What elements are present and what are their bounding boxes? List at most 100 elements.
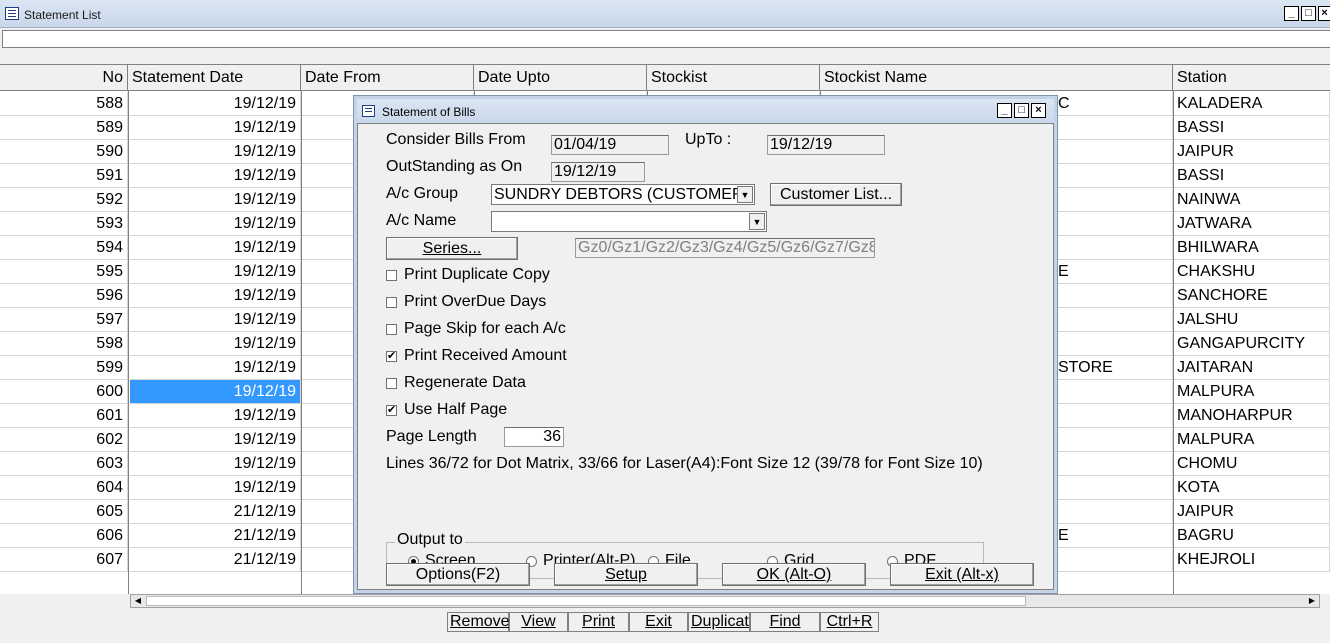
cell-station[interactable]: CHOMU (1173, 452, 1330, 476)
cell-no[interactable]: 598 (0, 332, 128, 356)
cell-station[interactable]: KALADERA (1173, 92, 1330, 116)
cell-no[interactable]: 604 (0, 476, 128, 500)
setup-button[interactable]: Setup (554, 563, 698, 586)
cell-station[interactable]: JAITARAN (1173, 356, 1330, 380)
cell-statement-date[interactable]: 19/12/19 (130, 140, 301, 164)
cell-station[interactable]: BASSI (1173, 164, 1330, 188)
cell-no[interactable]: 593 (0, 212, 128, 236)
close-icon[interactable]: × (1318, 6, 1330, 21)
header-date-upto[interactable]: Date Upto (474, 65, 647, 91)
header-date-from[interactable]: Date From (301, 65, 474, 91)
cell-station[interactable]: NAINWA (1173, 188, 1330, 212)
print-button[interactable]: Print (568, 612, 629, 632)
remove-button[interactable]: Remove (447, 612, 510, 632)
filter-input[interactable] (2, 30, 1330, 48)
duplicate-button[interactable]: Duplicate (688, 612, 750, 632)
cell-station[interactable]: GANGAPURCITY (1173, 332, 1330, 356)
cell-station[interactable]: JALSHU (1173, 308, 1330, 332)
cell-no[interactable]: 589 (0, 116, 128, 140)
cell-statement-date[interactable]: 19/12/19 (130, 404, 301, 428)
cell-statement-date[interactable]: 19/12/19 (130, 308, 301, 332)
cell-no[interactable]: 599 (0, 356, 128, 380)
maximize-icon[interactable]: □ (1301, 6, 1316, 21)
checkbox[interactable]: ✔ (386, 351, 397, 362)
header-station[interactable]: Station (1173, 65, 1330, 91)
dialog-maximize-icon[interactable]: □ (1014, 103, 1029, 118)
checkbox[interactable]: ✔ (386, 405, 397, 416)
checkbox-label[interactable]: Use Half Page (404, 400, 507, 420)
cell-station[interactable]: BAGRU (1173, 524, 1330, 548)
cell-statement-date[interactable]: 19/12/19 (130, 284, 301, 308)
scroll-thumb[interactable] (146, 596, 1026, 606)
series-field[interactable]: Gz0/Gz1/Gz2/Gz3/Gz4/Gz5/Gz6/Gz7/Gz8/G (575, 238, 875, 258)
checkbox-label[interactable]: Page Skip for each A/c (404, 319, 566, 339)
cell-no[interactable]: 594 (0, 236, 128, 260)
chevron-down-icon[interactable]: ▼ (749, 213, 765, 230)
app-menu-icon[interactable] (5, 7, 19, 20)
minimize-icon[interactable]: _ (1284, 6, 1299, 21)
dialog-menu-icon[interactable] (362, 105, 375, 117)
header-no[interactable]: No (0, 65, 128, 91)
exit-button[interactable]: Exit (629, 612, 688, 632)
cell-statement-date[interactable]: 19/12/19 (130, 380, 301, 404)
cell-statement-date[interactable]: 19/12/19 (130, 188, 301, 212)
chevron-down-icon[interactable]: ▼ (737, 186, 753, 203)
exit-dialog-button[interactable]: Exit (Alt-x) (890, 563, 1034, 586)
outstanding-field[interactable]: 19/12/19 (551, 162, 645, 182)
cell-no[interactable]: 606 (0, 524, 128, 548)
cell-no[interactable]: 588 (0, 92, 128, 116)
cell-station[interactable]: KHEJROLI (1173, 548, 1330, 572)
series-button[interactable]: Series... (386, 237, 518, 260)
page-length-field[interactable]: 36 (504, 427, 564, 447)
cell-no[interactable]: 592 (0, 188, 128, 212)
cell-station[interactable]: CHAKSHU (1173, 260, 1330, 284)
dialog-close-icon[interactable]: × (1031, 103, 1046, 118)
cell-statement-date[interactable]: 19/12/19 (130, 332, 301, 356)
header-stockist-name[interactable]: Stockist Name (820, 65, 1173, 91)
header-stockist[interactable]: Stockist (647, 65, 820, 91)
cell-station[interactable]: JATWARA (1173, 212, 1330, 236)
view-button[interactable]: View (509, 612, 568, 632)
cell-station[interactable]: MALPURA (1173, 428, 1330, 452)
ac-group-select[interactable]: SUNDRY DEBTORS (CUSTOMER ▼ (491, 184, 755, 205)
cell-no[interactable]: 595 (0, 260, 128, 284)
scroll-right-icon[interactable]: ▶ (1305, 595, 1319, 607)
cell-statement-date[interactable]: 21/12/19 (130, 500, 301, 524)
checkbox[interactable] (386, 324, 397, 335)
cell-no[interactable]: 596 (0, 284, 128, 308)
cell-no[interactable]: 603 (0, 452, 128, 476)
checkbox-label[interactable]: Print Duplicate Copy (404, 265, 550, 285)
cell-station[interactable]: MALPURA (1173, 380, 1330, 404)
cell-no[interactable]: 600 (0, 380, 128, 404)
upto-field[interactable]: 19/12/19 (767, 135, 885, 155)
cell-station[interactable]: MANOHARPUR (1173, 404, 1330, 428)
cell-statement-date[interactable]: 19/12/19 (130, 92, 301, 116)
checkbox[interactable] (386, 297, 397, 308)
cell-no[interactable]: 602 (0, 428, 128, 452)
cell-statement-date[interactable]: 19/12/19 (130, 476, 301, 500)
cell-station[interactable]: KOTA (1173, 476, 1330, 500)
cell-no[interactable]: 605 (0, 500, 128, 524)
cell-statement-date[interactable]: 19/12/19 (130, 236, 301, 260)
cell-statement-date[interactable]: 19/12/19 (130, 452, 301, 476)
cell-no[interactable]: 597 (0, 308, 128, 332)
checkbox-label[interactable]: Print OverDue Days (404, 292, 546, 312)
checkbox[interactable] (386, 270, 397, 281)
customer-list-button[interactable]: Customer List... (770, 183, 902, 206)
cell-no[interactable]: 607 (0, 548, 128, 572)
cell-station[interactable]: BHILWARA (1173, 236, 1330, 260)
cell-no[interactable]: 591 (0, 164, 128, 188)
header-statement-date[interactable]: Statement Date (128, 65, 301, 91)
cell-statement-date[interactable]: 19/12/19 (130, 212, 301, 236)
cell-station[interactable]: BASSI (1173, 116, 1330, 140)
ok-button[interactable]: OK (Alt-O) (722, 563, 866, 586)
cell-no[interactable]: 590 (0, 140, 128, 164)
ac-name-select[interactable]: ▼ (491, 211, 767, 232)
options-button[interactable]: Options(F2) (386, 563, 530, 586)
horizontal-scrollbar[interactable]: ◀ ▶ (130, 594, 1320, 608)
cell-statement-date[interactable]: 21/12/19 (130, 548, 301, 572)
cell-statement-date[interactable]: 19/12/19 (130, 428, 301, 452)
cell-statement-date[interactable]: 19/12/19 (130, 260, 301, 284)
cell-statement-date[interactable]: 19/12/19 (130, 164, 301, 188)
consider-from-field[interactable]: 01/04/19 (551, 135, 669, 155)
